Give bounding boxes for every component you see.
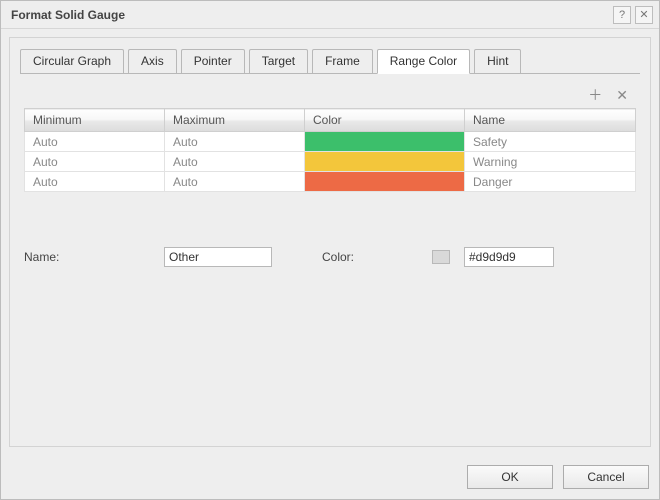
tab-hint[interactable]: Hint — [474, 49, 521, 74]
cell-max[interactable]: Auto — [165, 132, 305, 152]
color-swatch-form[interactable] — [432, 250, 450, 264]
close-button[interactable]: ✕ — [635, 6, 653, 24]
cell-min[interactable]: Auto — [25, 152, 165, 172]
window-title: Format Solid Gauge — [11, 8, 609, 22]
form-row: Name: Color: — [24, 247, 636, 267]
cell-name[interactable]: Warning — [465, 152, 636, 172]
name-label: Name: — [24, 250, 154, 264]
color-swatch — [305, 152, 464, 171]
tab-axis[interactable]: Axis — [128, 49, 177, 74]
table-row[interactable]: Auto Auto Warning — [25, 152, 636, 172]
table-row[interactable]: Auto Auto Danger — [25, 172, 636, 192]
cell-max[interactable]: Auto — [165, 172, 305, 192]
cell-name[interactable]: Safety — [465, 132, 636, 152]
ok-button[interactable]: OK — [467, 465, 553, 489]
color-input[interactable] — [464, 247, 554, 267]
cell-color[interactable] — [305, 152, 465, 172]
name-input[interactable] — [164, 247, 272, 267]
help-button[interactable]: ? — [613, 6, 631, 24]
dialog-footer: OK Cancel — [1, 455, 659, 499]
grid-toolbar: ＋ ✕ — [24, 84, 636, 108]
tab-pointer[interactable]: Pointer — [181, 49, 245, 74]
grid-header-row: Minimum Maximum Color Name — [25, 109, 636, 132]
tab-frame[interactable]: Frame — [312, 49, 373, 74]
tab-range-color[interactable]: Range Color — [377, 49, 470, 74]
cancel-button[interactable]: Cancel — [563, 465, 649, 489]
range-color-grid: Minimum Maximum Color Name Auto Auto Saf… — [24, 108, 636, 192]
cell-min[interactable]: Auto — [25, 172, 165, 192]
remove-row-icon[interactable]: ✕ — [616, 88, 628, 102]
titlebar: Format Solid Gauge ? ✕ — [1, 1, 659, 29]
tab-circular-graph[interactable]: Circular Graph — [20, 49, 124, 74]
cell-color[interactable] — [305, 172, 465, 192]
cell-min[interactable]: Auto — [25, 132, 165, 152]
dialog-window: Format Solid Gauge ? ✕ Circular Graph Ax… — [0, 0, 660, 500]
tab-bar: Circular Graph Axis Pointer Target Frame… — [10, 38, 650, 73]
tab-target[interactable]: Target — [249, 49, 308, 74]
panel-range-color: ＋ ✕ Minimum Maximum Color Name — [10, 74, 650, 446]
col-minimum[interactable]: Minimum — [25, 109, 165, 132]
col-color[interactable]: Color — [305, 109, 465, 132]
col-maximum[interactable]: Maximum — [165, 109, 305, 132]
cell-max[interactable]: Auto — [165, 152, 305, 172]
add-row-icon[interactable]: ＋ — [588, 88, 602, 102]
table-row[interactable]: Auto Auto Safety — [25, 132, 636, 152]
color-swatch — [305, 132, 464, 151]
col-name[interactable]: Name — [465, 109, 636, 132]
color-swatch — [305, 172, 464, 191]
cell-color[interactable] — [305, 132, 465, 152]
color-label: Color: — [322, 250, 422, 264]
dialog-inner: Circular Graph Axis Pointer Target Frame… — [9, 37, 651, 447]
cell-name[interactable]: Danger — [465, 172, 636, 192]
tab-underline — [20, 73, 640, 74]
